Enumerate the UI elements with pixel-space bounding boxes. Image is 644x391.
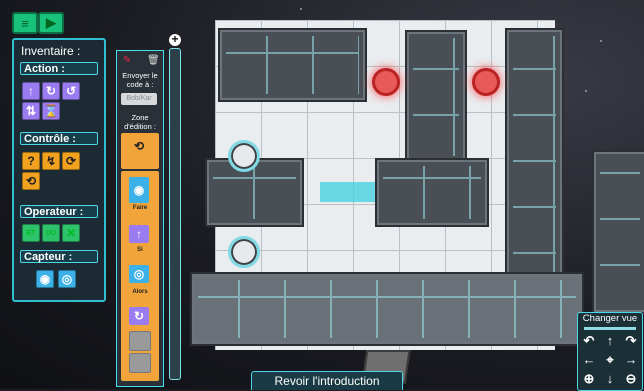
wall-far-right	[592, 150, 644, 314]
while-block[interactable]: ⟲	[22, 172, 40, 190]
arrow-up-icon[interactable]: ↑	[601, 332, 619, 350]
rotate-right-icon[interactable]: ↷	[622, 332, 640, 350]
zoom-out-icon[interactable]: ⊖	[622, 370, 640, 388]
turn-right-block[interactable]: ↻	[42, 82, 60, 100]
target-pad	[472, 68, 500, 96]
ground-sensor-block[interactable]: ◎	[58, 270, 76, 288]
category-capteur: Capteur :	[20, 250, 98, 263]
condition-sensor-slot[interactable]: ◎	[129, 265, 149, 283]
editor-scrollbar[interactable]	[169, 48, 181, 380]
not-block[interactable]: ✕	[62, 224, 80, 242]
wait-block[interactable]: ⌛	[42, 102, 60, 120]
activate-block[interactable]: ⇅	[22, 102, 40, 120]
wall-sensor-block[interactable]: ◉	[36, 270, 54, 288]
zoom-in-icon[interactable]: ⊕	[580, 370, 598, 388]
arrow-left-icon[interactable]: ←	[580, 351, 598, 369]
or-block[interactable]: OU	[42, 224, 60, 242]
intro-button[interactable]: Revoir l'introduction	[251, 371, 403, 390]
category-action: Action :	[20, 62, 98, 75]
drop-zone-header[interactable]: ⟲	[121, 133, 159, 169]
edit-zone-label: Zone d'édition :	[124, 113, 156, 131]
camera-control: Changer vue ↶ ↑ ↷ ← ⌖ → ⊕ ↓ ⊖	[577, 312, 643, 391]
category-operateur: Operateur :	[20, 205, 98, 218]
loop-block[interactable]: ⟳	[62, 152, 80, 170]
menu-button[interactable]: ≡	[12, 12, 38, 34]
move-forward-slot[interactable]: ↑	[129, 225, 149, 243]
play-button[interactable]: ▶	[38, 12, 64, 34]
robot[interactable]	[228, 140, 260, 172]
sensor-slot[interactable]: ◉	[129, 177, 149, 203]
si-label: Si	[137, 247, 143, 253]
wall-top-left	[218, 28, 367, 102]
empty-slot[interactable]	[129, 353, 151, 373]
play-icon: ▶	[46, 15, 56, 30]
robot[interactable]	[228, 236, 260, 268]
camera-title: Changer vue	[582, 313, 638, 324]
edit-zone[interactable]: ◉ Faire ↑ Si ◎ Alors ↻	[121, 171, 159, 381]
location-pin-icon[interactable]: ⌖	[601, 351, 619, 369]
wall-center-right	[375, 158, 489, 227]
inventory-title: Inventaire :	[21, 44, 81, 58]
pencil-icon[interactable]: ✎	[123, 55, 131, 66]
recipient-input[interactable]: Bob/Kar	[121, 93, 157, 105]
category-controle: Contrôle :	[20, 132, 98, 145]
arrow-down-icon[interactable]: ↓	[601, 370, 619, 388]
arrow-right-icon[interactable]: →	[622, 351, 640, 369]
camera-slider[interactable]	[584, 327, 636, 330]
if-else-block[interactable]: ↯	[42, 152, 60, 170]
faire-label: Faire	[132, 205, 148, 211]
wall-right	[505, 28, 564, 302]
editor-panel: ✎ 🗑 Envoyer le code à : Bob/Kar Zone d'é…	[116, 50, 164, 387]
move-forward-block[interactable]: ↑	[22, 82, 40, 100]
trash-icon[interactable]: 🗑	[147, 55, 160, 66]
wall-top-mid	[405, 30, 467, 164]
turn-slot[interactable]: ↻	[129, 307, 149, 325]
send-code-label: Envoyer le code à :	[122, 71, 158, 89]
wall-front	[190, 272, 584, 346]
door-beam	[320, 182, 375, 202]
inventory-panel: Inventaire : Action : ↑ ↻ ↺ ⇅ ⌛ Contrôle…	[12, 38, 106, 302]
rotate-left-icon[interactable]: ↶	[580, 332, 598, 350]
turn-left-block[interactable]: ↺	[62, 82, 80, 100]
empty-slot[interactable]	[129, 331, 151, 351]
target-pad	[372, 68, 400, 96]
if-block[interactable]: ?	[22, 152, 40, 170]
and-block[interactable]: ET	[22, 224, 40, 242]
loop-block-slot[interactable]: ⟲	[129, 137, 149, 155]
add-button[interactable]: +	[169, 33, 181, 46]
alors-label: Alors	[132, 289, 148, 295]
hamburger-icon: ≡	[21, 15, 29, 31]
wall-center-left	[205, 158, 304, 227]
